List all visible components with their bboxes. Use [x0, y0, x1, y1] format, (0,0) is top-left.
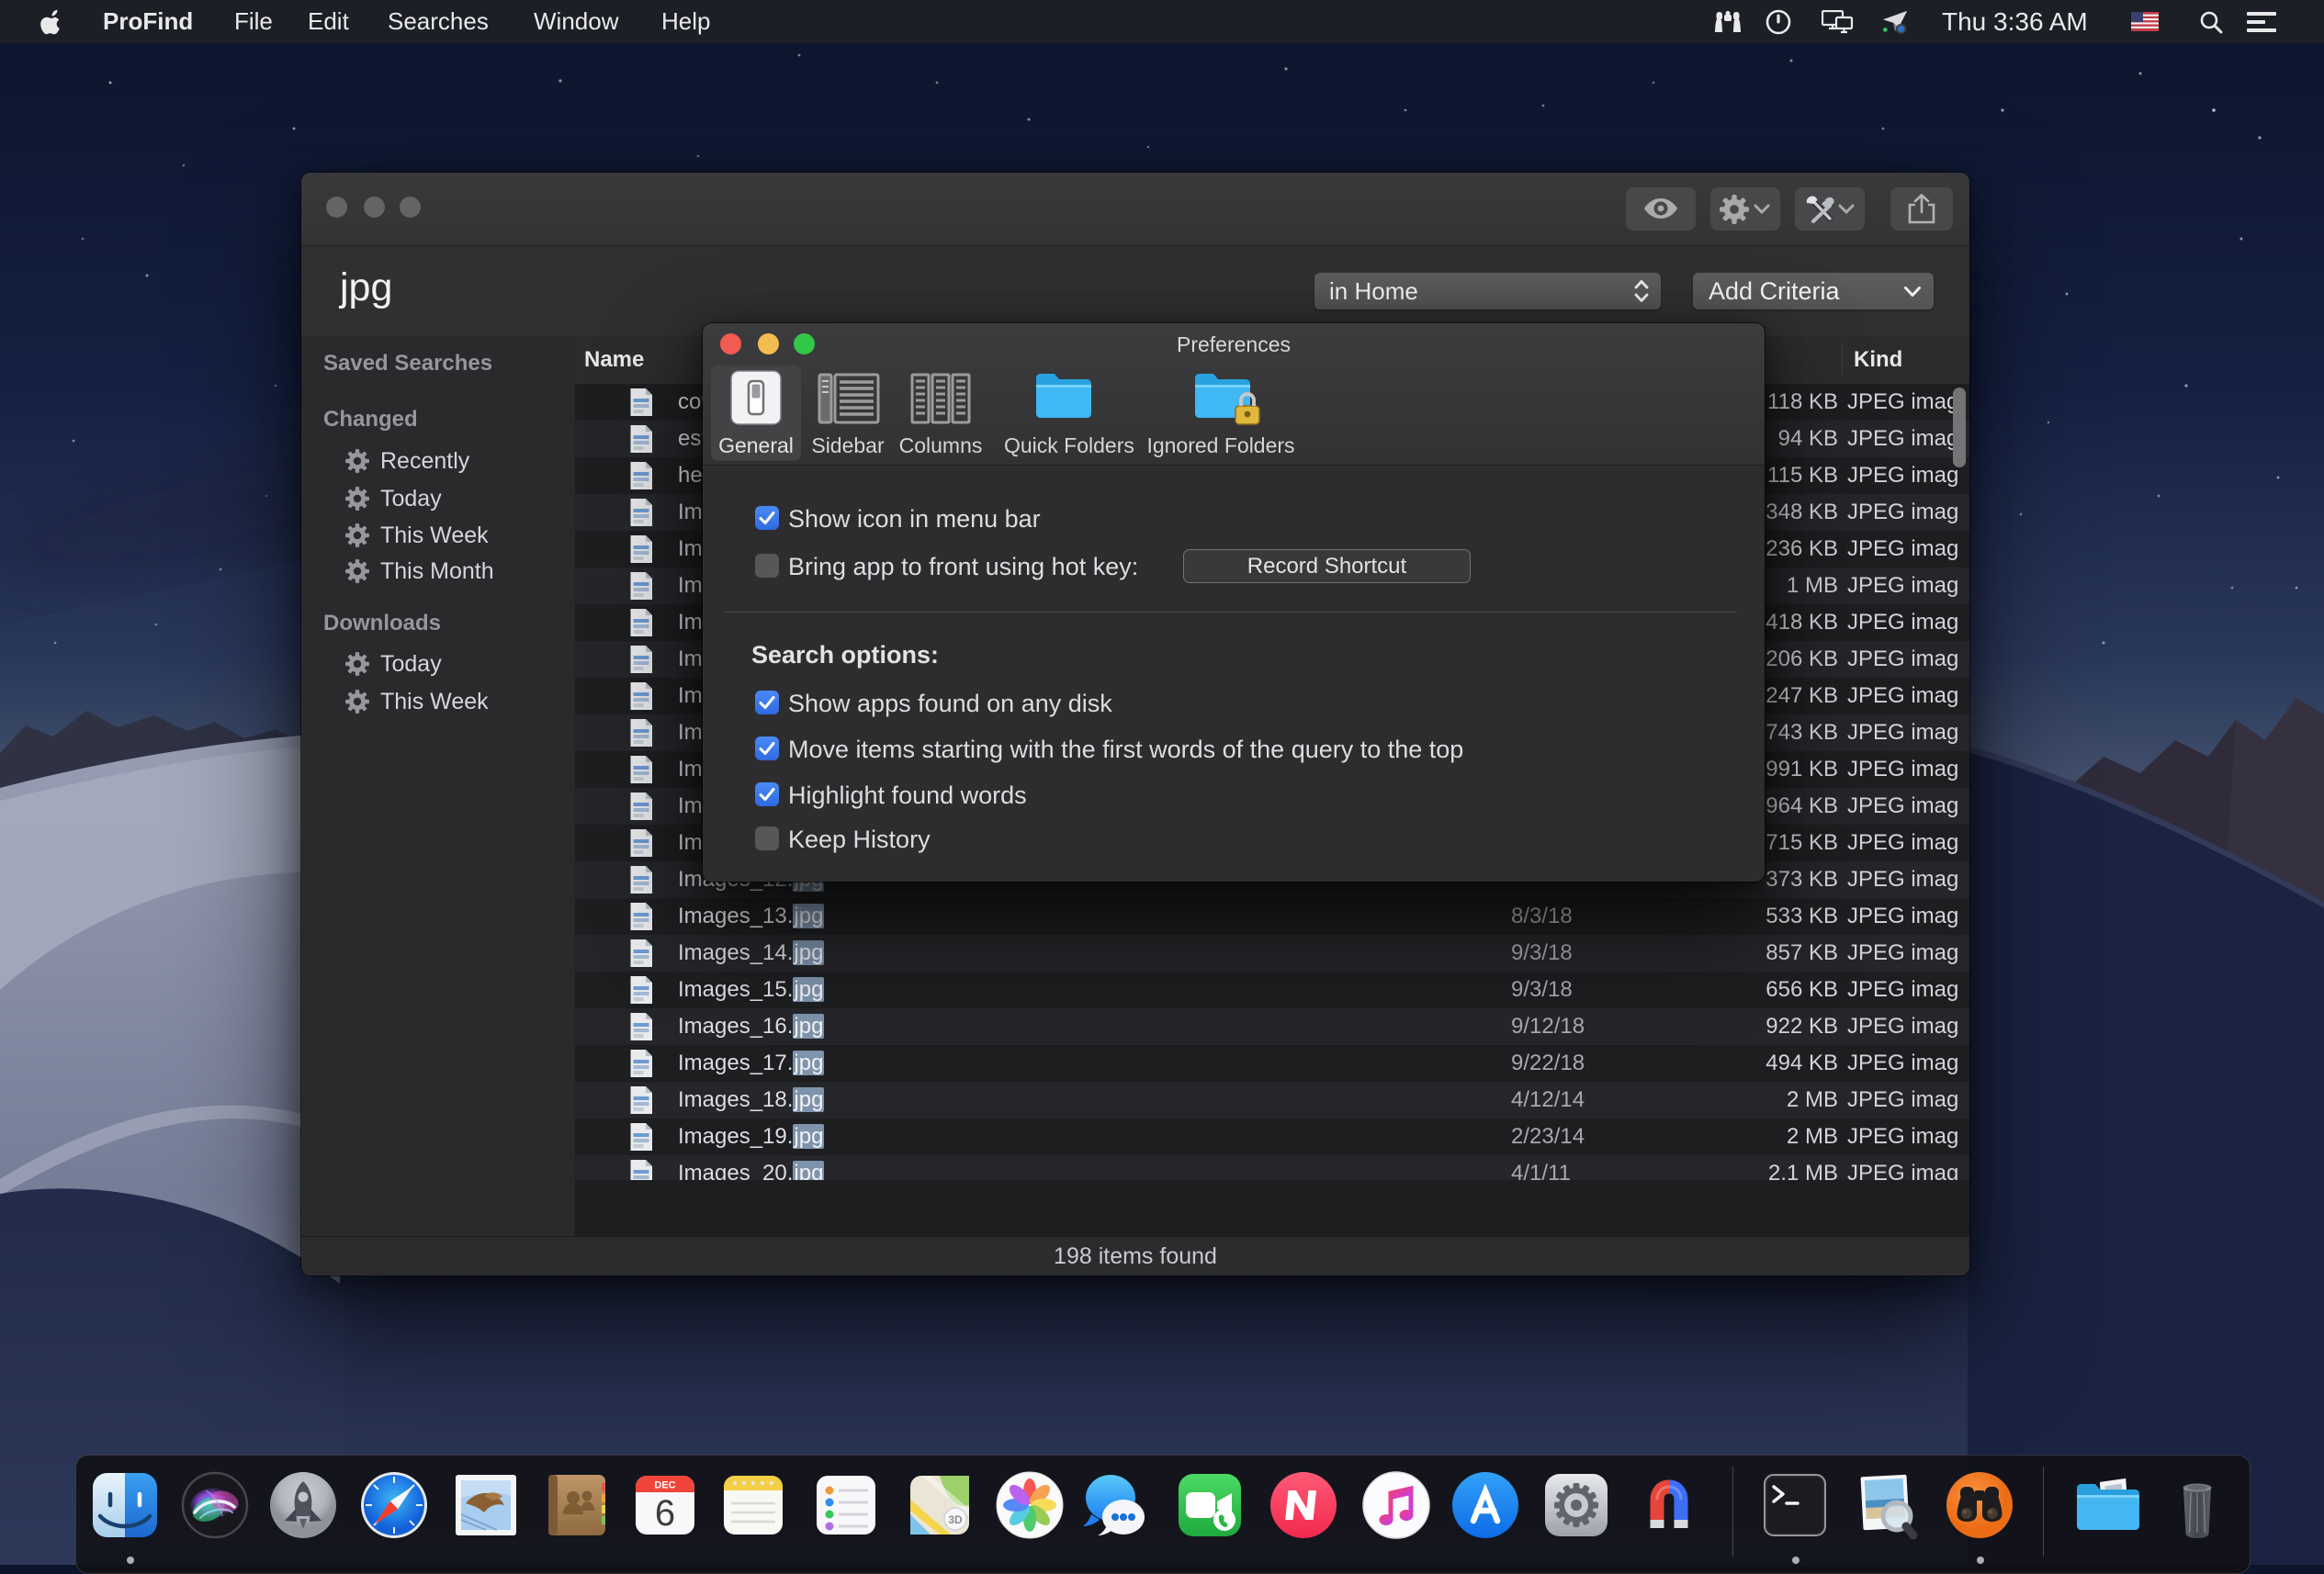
svg-text:DEC: DEC — [654, 1480, 675, 1491]
svg-text:3D: 3D — [948, 1513, 963, 1526]
svg-text:6: 6 — [655, 1493, 675, 1534]
